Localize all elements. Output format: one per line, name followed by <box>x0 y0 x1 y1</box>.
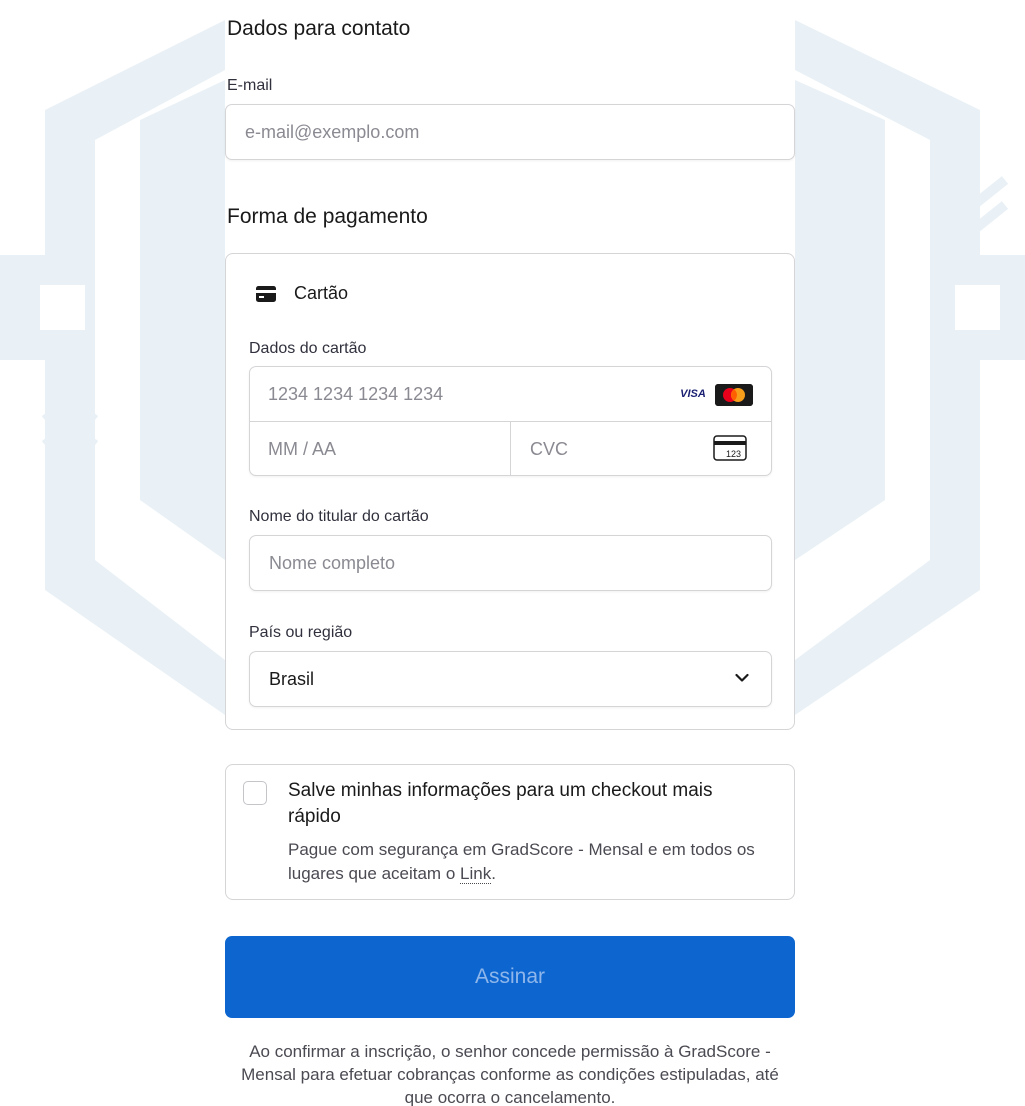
checkout-form: Dados para contato E-mail e-mail@exemplo… <box>225 0 795 1106</box>
contact-section-title: Dados para contato <box>227 17 411 40</box>
save-info-box: Salve minhas informações para um checkou… <box>225 764 795 900</box>
holder-name-placeholder: Nome completo <box>269 552 396 573</box>
card-details-group: 1234 1234 1234 1234 VISA MM / AA CVC 123 <box>249 366 772 476</box>
save-info-description-text: Pague com segurança em GradScore - Mensa… <box>288 840 755 883</box>
holder-name-label: Nome do titular do cartão <box>249 508 429 525</box>
chevron-down-icon <box>735 673 749 682</box>
payment-method-label: Cartão <box>294 283 349 303</box>
cvc-placeholder: CVC <box>530 438 569 459</box>
visa-icon: VISA <box>675 385 711 403</box>
holder-name-input[interactable]: Nome completo <box>249 535 772 591</box>
mastercard-icon <box>715 384 753 406</box>
card-number-placeholder: 1234 1234 1234 1234 <box>268 383 444 404</box>
save-info-checkbox[interactable] <box>243 781 267 805</box>
card-payment-panel: Cartão Dados do cartão 1234 1234 1234 12… <box>225 253 795 730</box>
expiry-placeholder: MM / AA <box>268 438 337 459</box>
card-number-input[interactable]: 1234 1234 1234 1234 <box>268 367 658 421</box>
email-placeholder: e-mail@exemplo.com <box>245 121 420 142</box>
card-field-divider <box>510 422 511 475</box>
cvc-icon-text: 123 <box>726 449 741 459</box>
payment-method-header: Cartão <box>256 283 348 304</box>
visa-label: VISA <box>680 388 706 400</box>
email-label: E-mail <box>227 77 273 94</box>
expiry-input[interactable]: MM / AA <box>268 422 508 476</box>
card-number-row: 1234 1234 1234 1234 VISA <box>250 367 771 422</box>
email-input[interactable]: e-mail@exemplo.com <box>225 104 795 160</box>
save-info-title: Salve minhas informações para um checkou… <box>288 780 713 827</box>
legal-notice: Ao confirmar a inscrição, o senhor conce… <box>241 1042 779 1106</box>
save-info-description: Pague com segurança em GradScore - Mensa… <box>288 838 778 886</box>
country-label: País ou região <box>249 624 353 641</box>
country-select[interactable]: Brasil <box>249 651 772 707</box>
subscribe-button[interactable]: Assinar <box>225 936 795 1018</box>
credit-card-icon <box>256 285 276 302</box>
link-anchor[interactable]: Link <box>460 864 492 884</box>
payment-section-title: Forma de pagamento <box>227 205 428 228</box>
card-details-label: Dados do cartão <box>249 340 367 357</box>
cvc-card-icon: 123 <box>713 435 747 461</box>
country-value: Brasil <box>269 668 315 689</box>
checkout-page: Dados para contato E-mail e-mail@exemplo… <box>0 0 1025 1106</box>
save-info-description-end: . <box>491 864 496 883</box>
